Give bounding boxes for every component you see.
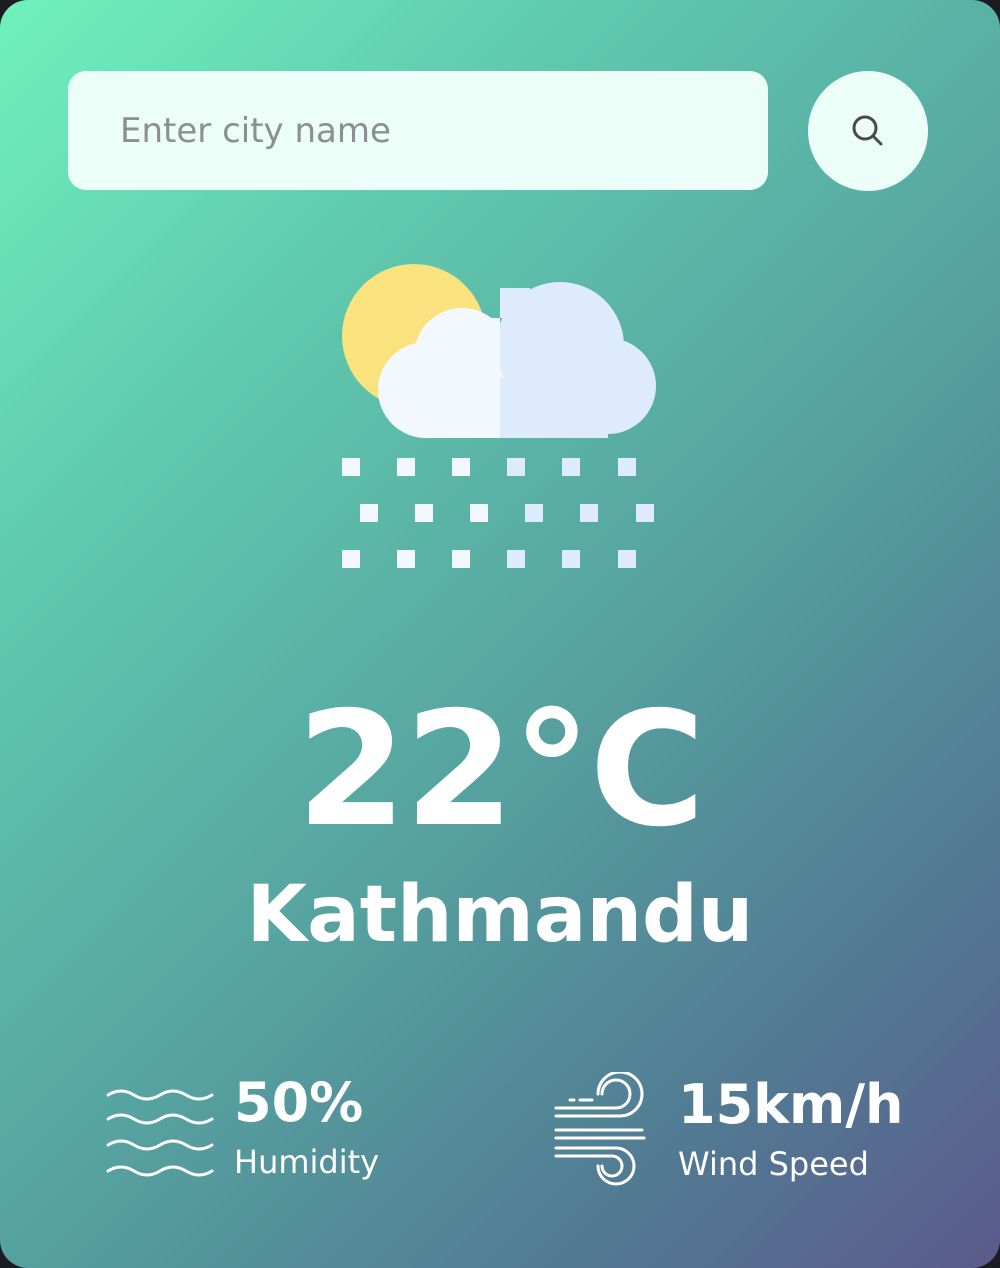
snow-sun-cloud-icon (342, 264, 656, 568)
humidity-text: 50% Humidity (234, 1072, 379, 1184)
city-search-input[interactable] (118, 109, 722, 152)
wind-value: 15km/h (678, 1072, 904, 1136)
search-icon (852, 115, 883, 146)
city-name: Kathmandu (246, 870, 754, 960)
wind-text: 15km/h Wind Speed (678, 1072, 904, 1186)
weather-card: 22°C Kathmandu 50% Humidity (0, 0, 1000, 1268)
humidity-label: Humidity (234, 1143, 380, 1181)
search-bar (68, 71, 768, 190)
temperature-value: 22°C (296, 678, 706, 862)
wind-detail: 15km/h Wind Speed (550, 1072, 904, 1187)
humidity-detail: 50% Humidity (106, 1072, 379, 1184)
wind-icon (554, 1072, 646, 1186)
humidity-waves-icon (106, 1089, 214, 1177)
wind-label: Wind Speed (678, 1144, 869, 1183)
search-button[interactable] (808, 71, 928, 191)
humidity-value: 50% (234, 1071, 364, 1134)
